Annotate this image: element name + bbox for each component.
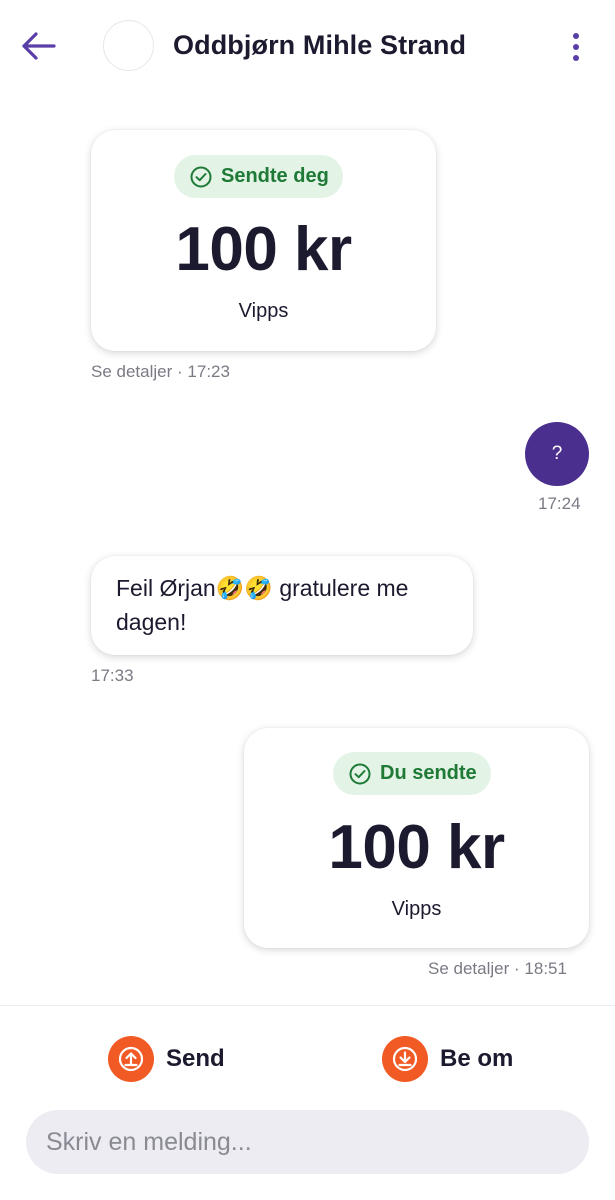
details-link[interactable]: Se detaljer <box>428 959 509 978</box>
contact-name[interactable]: Oddbjørn Mihle Strand <box>173 30 466 61</box>
payment-card-sent[interactable]: Du sendte 100 kr Vipps <box>244 728 589 948</box>
avatar[interactable] <box>103 20 154 71</box>
chat-header: Oddbjørn Mihle Strand <box>0 0 615 92</box>
payment-provider: Vipps <box>238 300 289 322</box>
send-label: Send <box>166 1045 225 1072</box>
message-bubble-outgoing[interactable]: ? <box>525 422 589 486</box>
arrow-left-icon <box>22 32 56 60</box>
timestamp: 17:33 <box>91 666 134 685</box>
status-badge: Du sendte <box>333 752 491 795</box>
payment-card-received[interactable]: Sendte deg 100 kr Vipps <box>91 130 436 351</box>
request-label: Be om <box>440 1045 514 1072</box>
upload-icon <box>108 1036 154 1082</box>
payment-provider: Vipps <box>391 898 442 920</box>
request-money-button[interactable]: Be om <box>382 1036 513 1082</box>
more-options-button[interactable] <box>564 30 588 64</box>
details-link[interactable]: Se detaljer <box>91 362 172 381</box>
message-text-line: Feil Ørjan🤣🤣 gratulere me <box>116 575 409 601</box>
timestamp: 17:24 <box>538 494 581 513</box>
payment-amount: 100 kr <box>328 813 505 882</box>
message-meta: Se detaljer · 18:51 <box>428 959 567 978</box>
check-circle-icon <box>349 763 371 784</box>
back-button[interactable] <box>18 28 58 64</box>
status-badge: Sendte deg <box>174 155 343 198</box>
timestamp: 17:23 <box>187 362 230 381</box>
message-text-line: dagen! <box>116 609 187 635</box>
more-vertical-icon <box>573 33 579 39</box>
payment-amount: 100 kr <box>175 215 352 284</box>
download-icon <box>382 1036 428 1082</box>
status-label: Sendte deg <box>221 165 329 187</box>
message-meta: Se detaljer · 17:23 <box>91 362 230 381</box>
message-bubble-incoming[interactable]: Feil Ørjan🤣🤣 gratulere me dagen! <box>91 556 473 655</box>
send-money-button[interactable]: Send <box>108 1036 225 1082</box>
check-circle-icon <box>190 166 212 187</box>
message-input[interactable] <box>26 1110 589 1174</box>
divider <box>0 1005 615 1006</box>
timestamp: 18:51 <box>524 959 567 978</box>
status-label: Du sendte <box>380 762 477 784</box>
message-text: ? <box>551 443 563 464</box>
